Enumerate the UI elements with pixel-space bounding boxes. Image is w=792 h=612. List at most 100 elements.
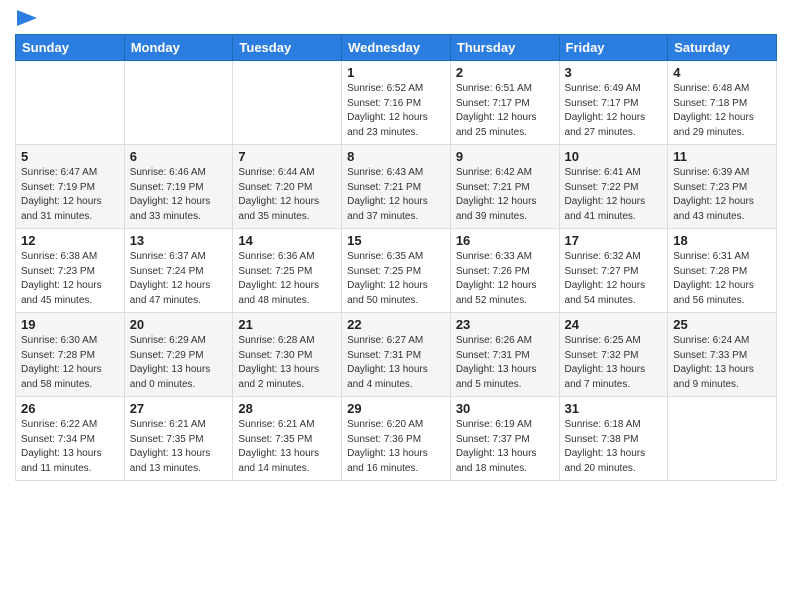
day-info: Sunrise: 6:32 AM Sunset: 7:27 PM Dayligh… [565,250,663,308]
calendar-cell: 17 Sunrise: 6:32 AM Sunset: 7:27 PM Dayli… [559,229,668,313]
calendar-cell: 14 Sunrise: 6:36 AM Sunset: 7:25 PM Dayli… [233,229,342,313]
calendar-cell: 11 Sunrise: 6:39 AM Sunset: 7:23 PM Dayli… [668,145,777,229]
day-info: Sunrise: 6:49 AM Sunset: 7:17 PM Dayligh… [565,82,663,140]
day-info: Sunrise: 6:39 AM Sunset: 7:23 PM Dayligh… [673,166,771,224]
day-number: 14 [238,233,336,248]
calendar-cell: 5 Sunrise: 6:47 AM Sunset: 7:19 PM Daylig… [16,145,125,229]
calendar-cell: 15Sunrise: 6:35 AM Sunset: 7:25 PM Dayli… [342,229,451,313]
day-number: 5 [21,149,119,164]
day-number: 24 [565,317,663,332]
calendar-cell: 10 Sunrise: 6:41 AM Sunset: 7:22 PM Dayli… [559,145,668,229]
calendar-day-header: Friday [559,35,668,61]
day-number: 7 [238,149,336,164]
day-number: 28 [238,401,336,416]
calendar-week-row: 19Sunrise: 6:30 AM Sunset: 7:28 PM Dayli… [16,313,777,397]
page: SundayMondayTuesdayWednesdayThursdayFrid… [0,0,792,612]
day-info: Sunrise: 6:36 AM Sunset: 7:25 PM Dayligh… [238,250,336,308]
calendar-day-header: Thursday [450,35,559,61]
calendar-cell: 4Sunrise: 6:48 AM Sunset: 7:18 PM Daylig… [668,61,777,145]
day-number: 12 [21,233,119,248]
calendar-header-row: SundayMondayTuesdayWednesdayThursdayFrid… [16,35,777,61]
calendar-cell: 6 Sunrise: 6:46 AM Sunset: 7:19 PM Daylig… [124,145,233,229]
calendar-cell: 9Sunrise: 6:42 AM Sunset: 7:21 PM Daylig… [450,145,559,229]
day-info: Sunrise: 6:37 AM Sunset: 7:24 PM Dayligh… [130,250,228,308]
day-info: Sunrise: 6:46 AM Sunset: 7:19 PM Dayligh… [130,166,228,224]
day-info: Sunrise: 6:27 AM Sunset: 7:31 PM Dayligh… [347,334,445,392]
calendar-cell: 20 Sunrise: 6:29 AM Sunset: 7:29 PM Dayli… [124,313,233,397]
calendar-cell: 26 Sunrise: 6:22 AM Sunset: 7:34 PM Dayli… [16,397,125,481]
calendar-cell: 7 Sunrise: 6:44 AM Sunset: 7:20 PM Daylig… [233,145,342,229]
calendar-cell [16,61,125,145]
day-info: Sunrise: 6:22 AM Sunset: 7:34 PM Dayligh… [21,418,119,476]
calendar-cell: 25 Sunrise: 6:24 AM Sunset: 7:33 PM Dayli… [668,313,777,397]
calendar-day-header: Saturday [668,35,777,61]
day-info: Sunrise: 6:41 AM Sunset: 7:22 PM Dayligh… [565,166,663,224]
day-info: Sunrise: 6:21 AM Sunset: 7:35 PM Dayligh… [130,418,228,476]
day-info: Sunrise: 6:24 AM Sunset: 7:33 PM Dayligh… [673,334,771,392]
day-number: 21 [238,317,336,332]
calendar-cell: 12 Sunrise: 6:38 AM Sunset: 7:23 PM Dayli… [16,229,125,313]
day-number: 11 [673,149,771,164]
day-number: 8 [347,149,445,164]
calendar-cell: 28 Sunrise: 6:21 AM Sunset: 7:35 PM Dayli… [233,397,342,481]
calendar-week-row: 12 Sunrise: 6:38 AM Sunset: 7:23 PM Dayli… [16,229,777,313]
day-info: Sunrise: 6:47 AM Sunset: 7:19 PM Dayligh… [21,166,119,224]
day-number: 15 [347,233,445,248]
calendar-cell: 24 Sunrise: 6:25 AM Sunset: 7:32 PM Dayli… [559,313,668,397]
calendar-cell: 23Sunrise: 6:26 AM Sunset: 7:31 PM Dayli… [450,313,559,397]
day-info: Sunrise: 6:19 AM Sunset: 7:37 PM Dayligh… [456,418,554,476]
day-number: 4 [673,65,771,80]
day-number: 27 [130,401,228,416]
day-info: Sunrise: 6:26 AM Sunset: 7:31 PM Dayligh… [456,334,554,392]
day-number: 16 [456,233,554,248]
day-number: 30 [456,401,554,416]
day-number: 18 [673,233,771,248]
day-number: 31 [565,401,663,416]
day-number: 26 [21,401,119,416]
calendar-cell: 19Sunrise: 6:30 AM Sunset: 7:28 PM Dayli… [16,313,125,397]
calendar-cell: 1 Sunrise: 6:52 AM Sunset: 7:16 PM Daylig… [342,61,451,145]
calendar-cell: 22 Sunrise: 6:27 AM Sunset: 7:31 PM Dayli… [342,313,451,397]
header [15,10,777,26]
calendar-cell: 8 Sunrise: 6:43 AM Sunset: 7:21 PM Daylig… [342,145,451,229]
day-number: 25 [673,317,771,332]
day-info: Sunrise: 6:52 AM Sunset: 7:16 PM Dayligh… [347,82,445,140]
day-number: 19 [21,317,119,332]
calendar-cell: 2 Sunrise: 6:51 AM Sunset: 7:17 PM Daylig… [450,61,559,145]
day-number: 3 [565,65,663,80]
day-info: Sunrise: 6:38 AM Sunset: 7:23 PM Dayligh… [21,250,119,308]
day-number: 2 [456,65,554,80]
calendar-cell: 31 Sunrise: 6:18 AM Sunset: 7:38 PM Dayli… [559,397,668,481]
calendar-week-row: 26 Sunrise: 6:22 AM Sunset: 7:34 PM Dayli… [16,397,777,481]
day-info: Sunrise: 6:44 AM Sunset: 7:20 PM Dayligh… [238,166,336,224]
day-info: Sunrise: 6:18 AM Sunset: 7:38 PM Dayligh… [565,418,663,476]
day-number: 1 [347,65,445,80]
calendar-table: SundayMondayTuesdayWednesdayThursdayFrid… [15,34,777,481]
calendar-cell: 3 Sunrise: 6:49 AM Sunset: 7:17 PM Daylig… [559,61,668,145]
day-info: Sunrise: 6:33 AM Sunset: 7:26 PM Dayligh… [456,250,554,308]
day-info: Sunrise: 6:25 AM Sunset: 7:32 PM Dayligh… [565,334,663,392]
logo-flag-icon [17,10,37,26]
day-info: Sunrise: 6:28 AM Sunset: 7:30 PM Dayligh… [238,334,336,392]
calendar-day-header: Tuesday [233,35,342,61]
calendar-cell: 30 Sunrise: 6:19 AM Sunset: 7:37 PM Dayli… [450,397,559,481]
day-info: Sunrise: 6:51 AM Sunset: 7:17 PM Dayligh… [456,82,554,140]
day-info: Sunrise: 6:21 AM Sunset: 7:35 PM Dayligh… [238,418,336,476]
day-number: 10 [565,149,663,164]
calendar-day-header: Wednesday [342,35,451,61]
day-info: Sunrise: 6:29 AM Sunset: 7:29 PM Dayligh… [130,334,228,392]
calendar-cell: 13Sunrise: 6:37 AM Sunset: 7:24 PM Dayli… [124,229,233,313]
day-number: 22 [347,317,445,332]
calendar-cell [124,61,233,145]
calendar-cell [668,397,777,481]
day-number: 9 [456,149,554,164]
calendar-cell: 18Sunrise: 6:31 AM Sunset: 7:28 PM Dayli… [668,229,777,313]
day-info: Sunrise: 6:43 AM Sunset: 7:21 PM Dayligh… [347,166,445,224]
day-number: 20 [130,317,228,332]
calendar-cell: 27 Sunrise: 6:21 AM Sunset: 7:35 PM Dayli… [124,397,233,481]
calendar-cell [233,61,342,145]
day-number: 6 [130,149,228,164]
day-number: 17 [565,233,663,248]
day-number: 29 [347,401,445,416]
calendar-cell: 29Sunrise: 6:20 AM Sunset: 7:36 PM Dayli… [342,397,451,481]
